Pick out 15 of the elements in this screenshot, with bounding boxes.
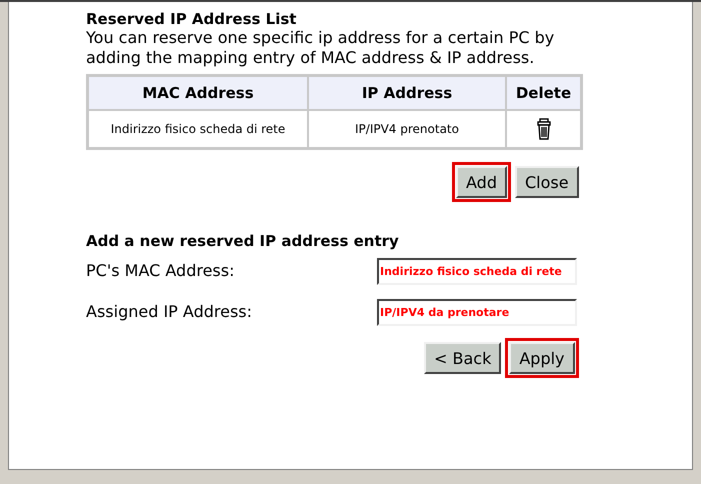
field-label: Assigned IP Address: (86, 301, 254, 321)
button[interactable]: Apply (509, 342, 575, 374)
description-text: You can reserve one specific ip address for a certain PC by adding the mapping entry of MAC address & IP address. (86, 28, 556, 68)
field-label: PC's MAC Address: (86, 260, 236, 280)
column-header: Delete (506, 76, 582, 110)
trash-icon[interactable] (536, 118, 550, 140)
column-header: MAC Address (88, 76, 308, 110)
input-field[interactable]: IP/IPV4 da prenotare (377, 299, 577, 326)
section-title: Add a new reserved IP address entry (86, 231, 399, 252)
column-header: IP Address (308, 76, 506, 110)
button[interactable]: < Back (424, 342, 502, 374)
button[interactable]: Add (456, 166, 507, 198)
section-title: Reserved IP Address List (86, 9, 296, 30)
input-field[interactable]: Indirizzo fisico scheda di rete (377, 258, 577, 285)
button[interactable]: Close (514, 166, 579, 198)
